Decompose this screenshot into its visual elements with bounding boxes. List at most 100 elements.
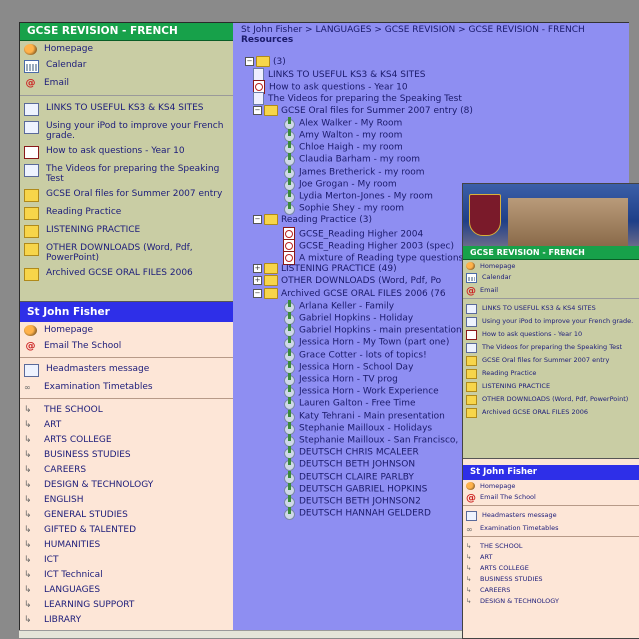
subject-label: DESIGN & TECHNOLOGY	[44, 480, 154, 490]
tree-node-sound[interactable]: Jessica Horn - My Town (part one)	[283, 336, 449, 350]
tree-node-sound[interactable]: Katy Tehrani - Main presentation	[283, 409, 445, 423]
collapse-toggle-icon[interactable]: −	[253, 288, 262, 298]
pdf-icon	[24, 146, 39, 159]
subject-link[interactable]: ↳ ARTS COLLEGE	[463, 562, 639, 573]
audio-file-icon	[283, 470, 295, 484]
subject-link[interactable]: ↳ HUMANITIES	[20, 537, 234, 552]
gcse-menu-item[interactable]: Archived GCSE ORAL FILES 2006	[463, 406, 639, 419]
school-menu-item[interactable]: ∞ Examination Timetables	[20, 379, 234, 395]
tree-node-doc[interactable]: LINKS TO USEFUL KS3 & KS4 SITES	[253, 68, 426, 81]
subject-link[interactable]: ↳ THE SCHOOL	[463, 540, 639, 551]
tree-node-sound[interactable]: Jessica Horn - Work Experience	[283, 385, 439, 399]
gcse-menu-item[interactable]: Calendar	[20, 57, 234, 75]
tree-node-sound[interactable]: DEUTSCH CLAIRE PARLBY	[283, 470, 414, 484]
gcse-menu-item[interactable]: @ Email	[20, 75, 234, 91]
school-menu-item[interactable]: Headmasters message	[463, 509, 639, 522]
tree-node-sound[interactable]: Gabriel Hopkins - Holiday	[283, 312, 413, 325]
tree-node-sound[interactable]: Claudia Barham - my room	[283, 153, 420, 167]
subject-link[interactable]: ↳ BUSINESS STUDIES	[463, 573, 639, 584]
gcse-menu-item[interactable]: Reading Practice	[463, 367, 639, 380]
tree-node-sound[interactable]: Grace Cotter - lots of topics!	[283, 348, 427, 362]
school-menu-item[interactable]: @ Email The School	[20, 338, 234, 354]
school-menu-item[interactable]: @ Email The School	[463, 491, 639, 504]
tree-node-sound[interactable]: Stephanie Mailloux - Holidays	[283, 421, 432, 435]
collapse-toggle-icon[interactable]: −	[253, 105, 262, 115]
collapse-toggle-icon[interactable]: −	[253, 215, 262, 225]
school-menu-item[interactable]: Homepage	[463, 480, 639, 491]
gcse-menu-item[interactable]: GCSE Oral files for Summer 2007 entry	[20, 186, 234, 204]
gcse-menu-item[interactable]: LISTENING PRACTICE	[20, 222, 234, 240]
tree-node-sound[interactable]: Stephanie Mailloux - San Francisco, F	[283, 434, 466, 447]
tree-node-folder[interactable]: + OTHER DOWNLOADS (Word, Pdf, Po	[253, 275, 441, 287]
subject-link[interactable]: ↳ GIFTED & TALENTED	[20, 522, 234, 537]
gcse-menu-item[interactable]: LISTENING PRACTICE	[463, 380, 639, 393]
tree-node-sound[interactable]: Jessica Horn - School Day	[283, 360, 413, 374]
subject-link[interactable]: ↳ DESIGN & TECHNOLOGY	[463, 595, 639, 606]
subject-link[interactable]: ↳ ENGLISH	[20, 492, 234, 507]
subject-label: THE SCHOOL	[44, 405, 103, 415]
gcse-menu-item[interactable]: The Videos for preparing the Speaking Te…	[20, 161, 234, 186]
tree-node-sound[interactable]: Lydia Merton-Jones - My room	[283, 190, 433, 203]
subject-link[interactable]: ↳ CAREERS	[20, 462, 234, 477]
tree-node-folder[interactable]: − Archived GCSE ORAL FILES 2006 (76	[253, 287, 446, 300]
tree-node-sound[interactable]: Gabriel Hopkins - main presentation	[283, 324, 462, 338]
subject-link[interactable]: ↳ LANGUAGES	[20, 582, 234, 597]
tree-node-sound[interactable]: Sophie Shey - my room	[283, 202, 404, 216]
gcse-menu-item[interactable]: GCSE Oral files for Summer 2007 entry	[463, 354, 639, 367]
subject-link[interactable]: ↳ GENERAL STUDIES	[20, 507, 234, 522]
gcse-menu-item[interactable]: OTHER DOWNLOADS (Word, Pdf, PowerPoint)	[20, 240, 234, 265]
subject-link[interactable]: ↳ BUSINESS STUDIES	[20, 447, 234, 462]
expand-toggle-icon[interactable]: +	[253, 264, 262, 274]
tree-node-sound[interactable]: Arlana Keller - Family	[283, 299, 394, 313]
subject-link[interactable]: ↳ ICT	[20, 552, 234, 567]
tree-node-sound[interactable]: DEUTSCH HANNAH GELDERD	[283, 507, 431, 521]
tree-node-label: DEUTSCH BETH JOHNSON2	[299, 496, 421, 507]
gcse-menu-item[interactable]: Using your iPod to improve your French g…	[463, 315, 639, 328]
tree-node-sound[interactable]: Amy Walton - my room	[283, 129, 402, 142]
gcse-menu-item[interactable]: How to ask questions - Year 10	[20, 143, 234, 161]
tree-node-sound[interactable]: Alex Walker - My Room	[283, 116, 402, 130]
gcse-menu-item[interactable]: How to ask questions - Year 10	[463, 328, 639, 341]
tree-node-sound[interactable]: James Bretherick - my room	[283, 165, 425, 179]
menu-item-label: OTHER DOWNLOADS (Word, Pdf, PowerPoint)	[482, 395, 629, 403]
tree-root[interactable]: − (3)	[245, 56, 286, 68]
tree-node-sound[interactable]: DEUTSCH CHRIS MCALEER	[283, 446, 419, 460]
subject-link[interactable]: ↳ LEARNING SUPPORT	[20, 597, 234, 612]
tree-node-sound[interactable]: DEUTSCH BETH JOHNSON2	[283, 495, 421, 508]
breadcrumb[interactable]: St John Fisher > LANGUAGES > GCSE REVISI…	[233, 23, 629, 35]
subject-link[interactable]: ↳ ART	[20, 417, 234, 432]
tree-node-sound[interactable]: DEUTSCH BETH JOHNSON	[283, 458, 415, 472]
tree-node-sound[interactable]: DEUTSCH GABRIEL HOPKINS	[283, 482, 427, 496]
collapse-toggle-icon[interactable]: −	[245, 57, 254, 66]
school-menu-item[interactable]: ∞ Examination Timetables	[463, 522, 639, 534]
subject-link[interactable]: ↳ THE SCHOOL	[20, 402, 234, 417]
gcse-menu-item[interactable]: The Videos for preparing the Speaking Te…	[463, 341, 639, 354]
gcse-menu-item[interactable]: OTHER DOWNLOADS (Word, Pdf, PowerPoint)	[463, 393, 639, 406]
gcse-menu-item[interactable]: Homepage	[20, 41, 234, 57]
subject-link[interactable]: ↳ CAREERS	[463, 584, 639, 595]
subject-link[interactable]: ↳ LIBRARY	[20, 612, 234, 627]
tree-node-sound[interactable]: Joe Grogan - My room	[283, 177, 397, 191]
tree-node-sound[interactable]: Jessica Horn - TV prog	[283, 373, 398, 386]
gcse-menu-item[interactable]: @ Email	[463, 284, 639, 297]
school-menu-item[interactable]: Homepage	[20, 322, 234, 338]
tree-node-doc[interactable]: The Videos for preparing the Speaking Te…	[253, 92, 462, 106]
subject-link[interactable]: ↳ ARTS COLLEGE	[20, 432, 234, 447]
gcse-menu-item[interactable]: LINKS TO USEFUL KS3 & KS4 SITES	[20, 100, 234, 118]
expand-toggle-icon[interactable]: +	[253, 276, 262, 286]
tree-node-folder[interactable]: − Reading Practice (3)	[253, 214, 372, 226]
tree-node-folder[interactable]: − GCSE Oral files for Summer 2007 entry (…	[253, 104, 473, 117]
gcse-menu-item[interactable]: LINKS TO USEFUL KS3 & KS4 SITES	[463, 302, 639, 315]
gcse-menu-item[interactable]: Archived GCSE ORAL FILES 2006	[20, 265, 234, 283]
gcse-menu-item[interactable]: Reading Practice	[20, 204, 234, 222]
school-menu-item[interactable]: Headmasters message	[20, 361, 234, 379]
tree-node-sound[interactable]: Lauren Galton - Free Time	[283, 397, 416, 411]
subject-link[interactable]: ↳ ART	[463, 551, 639, 562]
gcse-menu-item[interactable]: Using your iPod to improve your French g…	[20, 118, 234, 143]
tree-node-sound[interactable]: Chloe Haigh - my room	[283, 141, 403, 155]
gcse-menu-item[interactable]: Calendar	[463, 271, 639, 284]
gcse-menu-item[interactable]: Homepage	[463, 260, 639, 271]
tree-node-folder[interactable]: + LISTENING PRACTICE (49)	[253, 263, 397, 275]
subject-link[interactable]: ↳ ICT Technical	[20, 567, 234, 582]
subject-link[interactable]: ↳ DESIGN & TECHNOLOGY	[20, 477, 234, 492]
